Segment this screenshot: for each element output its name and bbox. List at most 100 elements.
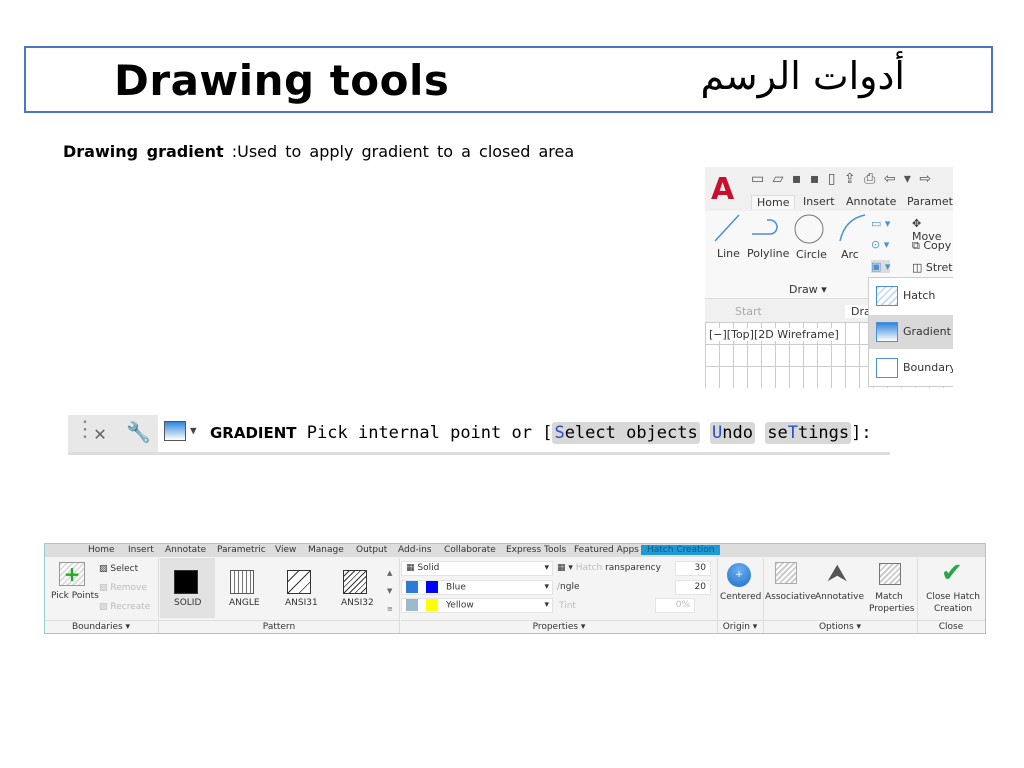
slide-title-arabic: أدوات الرسم	[700, 54, 905, 98]
close-panel-label: Close	[917, 620, 985, 633]
tab-hatch-creation[interactable]: Hatch Creation	[641, 545, 721, 555]
tab-addins[interactable]: Add-ins	[398, 545, 432, 555]
properties-panel-label[interactable]: Properties ▾	[401, 620, 717, 633]
file-tab-start[interactable]: Start	[735, 305, 762, 318]
gradient-icon[interactable]	[164, 421, 186, 441]
tab-annotate[interactable]: Annotate	[846, 195, 896, 208]
checkmark-icon[interactable]: ✔	[941, 558, 963, 588]
angle-input[interactable]: 20	[675, 580, 711, 595]
color1-swatch	[426, 581, 438, 593]
match-properties-icon[interactable]	[879, 563, 901, 585]
rectangle-icon[interactable]: ▭ ▾	[871, 217, 890, 230]
annotative-button[interactable]: Annotative	[815, 592, 864, 602]
tab-view[interactable]: View	[275, 545, 296, 555]
pick-points-button[interactable]: Pick Points	[51, 591, 99, 601]
hatch-type-select[interactable]: ▦ Solid ▾	[401, 561, 553, 576]
transparency-input[interactable]: 30	[675, 561, 711, 576]
chevron-down-icon[interactable]: ▼	[190, 424, 197, 437]
circle-tool[interactable]: Circle	[796, 248, 827, 261]
pattern-ansi32-swatch[interactable]	[343, 570, 367, 594]
tab-home[interactable]: Home	[751, 195, 796, 209]
tint-label: Tint	[559, 601, 576, 611]
stretch-tool[interactable]: ◫ Stret	[912, 261, 953, 274]
pattern-ansi31-swatch[interactable]	[287, 570, 311, 594]
line-tool[interactable]: Line	[717, 247, 740, 260]
tab-annotate[interactable]: Annotate	[165, 545, 206, 555]
grip-handle[interactable]: ⋮	[74, 417, 96, 442]
option-undo[interactable]: Undo	[710, 422, 755, 444]
pattern-panel-label[interactable]: Pattern	[159, 620, 399, 633]
pick-points-icon[interactable]: +	[59, 562, 85, 586]
option-settings[interactable]: seTtings	[765, 422, 852, 444]
select-button[interactable]: ▨ Select	[99, 564, 138, 574]
gradient-icon	[876, 322, 898, 342]
prompt-text: Pick internal point or [	[306, 423, 553, 443]
polyline-tool[interactable]: Polyline	[747, 247, 789, 260]
pattern-solid-label[interactable]: SOLID	[174, 598, 201, 608]
quick-access-toolbar: ▭ ▱ ▪ ▪ ▯ ⇪ ⎙ ⇦ ▾ ⇨	[751, 171, 934, 187]
gradient-color2-select[interactable]: Yellow ▾	[401, 598, 553, 613]
associative-icon[interactable]	[775, 562, 797, 584]
angle-label: /ngle	[557, 582, 580, 592]
hatch-dropdown-icon[interactable]: ▣ ▾	[871, 260, 891, 273]
menu-item-hatch[interactable]: Hatch	[869, 279, 953, 313]
menu-label: Gradient	[903, 325, 951, 338]
pattern-scrollbar[interactable]: ▲ ▼ ≡	[387, 564, 393, 618]
autocad-logo: A	[711, 172, 735, 207]
copy-tool[interactable]: ⧉ Copy	[912, 239, 951, 253]
ellipse-icon[interactable]: ⊙ ▾	[871, 238, 889, 251]
tab-manage[interactable]: Manage	[308, 545, 344, 555]
centered-button[interactable]: Centered	[720, 592, 761, 602]
tab-output[interactable]: Output	[356, 545, 387, 555]
tab-insert[interactable]: Insert	[803, 195, 835, 208]
match-properties-button[interactable]: Match Properties	[869, 591, 914, 615]
recreate-button[interactable]: ▨ Recreate	[99, 602, 150, 612]
arc-tool[interactable]: Arc	[841, 248, 859, 261]
draw-panel-label[interactable]: Draw ▾	[789, 283, 827, 296]
tab-collaborate[interactable]: Collaborate	[444, 545, 496, 555]
autocad-home-screenshot: A ▭ ▱ ▪ ▪ ▯ ⇪ ⎙ ⇦ ▾ ⇨ Home Insert Annota…	[705, 167, 953, 388]
command-line[interactable]: ⋮ ✕ 🔧 ▼ GRADIENT Pick internal point or …	[68, 415, 890, 455]
tab-home[interactable]: Home	[88, 545, 115, 555]
transparency-label: ▦ ▾ Hatch ransparency	[557, 563, 661, 573]
definition: :Used to apply gradient to a closed area	[223, 142, 575, 161]
command-name: GRADIENT	[210, 424, 297, 442]
pattern-angle-swatch[interactable]	[230, 570, 254, 594]
remove-button[interactable]: ▨ Remove	[99, 583, 147, 593]
slide-description: Drawing gradient :Used to apply gradient…	[63, 142, 574, 161]
divider	[399, 558, 400, 633]
close-icon[interactable]: ✕	[94, 421, 106, 445]
pattern-ansi31-label[interactable]: ANSI31	[285, 598, 318, 608]
gradient-color1-select[interactable]: Blue ▾	[401, 580, 553, 595]
menu-item-boundary[interactable]: Boundary	[869, 351, 953, 385]
options-panel-label[interactable]: Options ▾	[763, 620, 917, 633]
remove-label: Remove	[110, 583, 147, 593]
color1-value: Blue	[446, 582, 466, 593]
tab-parametric[interactable]: Parametric	[217, 545, 266, 555]
color2-swatch	[426, 599, 438, 611]
tint-input[interactable]: 0%	[655, 598, 695, 613]
wrench-icon[interactable]: 🔧	[126, 420, 151, 444]
tab-parametric[interactable]: Parametri	[907, 195, 953, 208]
option-select-objects[interactable]: Select objects	[552, 422, 700, 444]
viewport-label[interactable]: [−][Top][2D Wireframe]	[709, 328, 839, 341]
menu-label: Hatch	[903, 289, 936, 302]
pattern-angle-label[interactable]: ANGLE	[229, 598, 260, 608]
hatch-creation-ribbon: Home Insert Annotate Parametric View Man…	[44, 543, 986, 634]
annotative-icon[interactable]: ⮝	[827, 559, 847, 587]
menu-item-gradient[interactable]: Gradient	[869, 315, 953, 349]
origin-panel-label[interactable]: Origin ▾	[717, 620, 763, 633]
pattern-ansi32-label[interactable]: ANSI32	[341, 598, 374, 608]
tab-featured-apps[interactable]: Featured Apps	[574, 545, 639, 555]
pattern-solid-swatch[interactable]	[174, 570, 198, 594]
hatch-type-value: Solid	[417, 563, 440, 573]
set-origin-icon[interactable]: +	[727, 563, 751, 587]
hatch-dropdown-menu: Hatch Gradient Boundary	[868, 277, 953, 387]
tab-express-tools[interactable]: Express Tools	[506, 545, 566, 555]
hatch-icon	[876, 286, 898, 306]
close-hatch-creation-button[interactable]: Close Hatch Creation	[919, 591, 987, 615]
associative-button[interactable]: Associative	[765, 592, 816, 602]
tab-insert[interactable]: Insert	[128, 545, 154, 555]
slide-title: Drawing tools	[114, 56, 450, 105]
boundaries-panel-label[interactable]: Boundaries ▾	[45, 620, 157, 633]
